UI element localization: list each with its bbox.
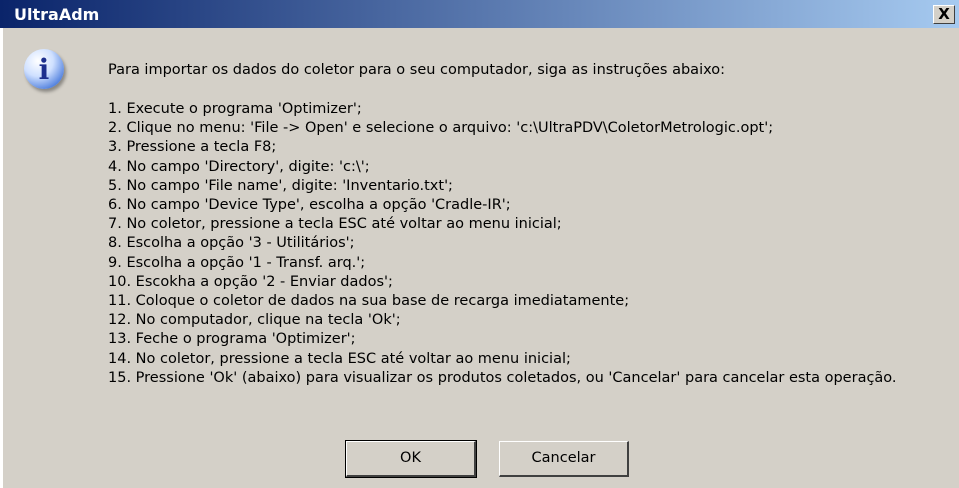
info-icon-glyph: i xyxy=(38,53,50,86)
instruction-step: 6. No campo 'Device Type', escolha a opç… xyxy=(108,197,511,214)
info-icon: i xyxy=(24,49,64,89)
instruction-step: 3. Pressione a tecla F8; xyxy=(108,139,277,156)
instruction-step: 10. Escokha a opção '2 - Enviar dados'; xyxy=(108,273,393,290)
window-title: UltraAdm xyxy=(14,5,100,24)
window-left-border xyxy=(0,28,3,488)
close-button[interactable]: X xyxy=(933,5,955,24)
instruction-step: 12. No computador, clique na tecla 'Ok'; xyxy=(108,312,401,329)
ok-button[interactable]: OK xyxy=(345,440,477,478)
message-dialog: UltraAdm X i Para importar os dados do c… xyxy=(0,0,959,488)
instruction-list: 1. Execute o programa 'Optimizer'; 2. Cl… xyxy=(108,100,897,388)
instruction-step: 14. No coletor, pressione a tecla ESC at… xyxy=(108,350,571,367)
instruction-step: 8. Escolha a opção '3 - Utilitários'; xyxy=(108,235,355,252)
instruction-step: 7. No coletor, pressione a tecla ESC até… xyxy=(108,216,562,233)
instruction-step: 9. Escolha a opção '1 - Transf. arq.'; xyxy=(108,254,366,271)
instruction-step: 11. Coloque o coletor de dados na sua ba… xyxy=(108,293,630,310)
instruction-step: 15. Pressione 'Ok' (abaixo) para visuali… xyxy=(108,369,897,386)
instruction-step: 13. Feche o programa 'Optimizer'; xyxy=(108,331,356,348)
cancel-button[interactable]: Cancelar xyxy=(499,441,629,477)
intro-text: Para importar os dados do coletor para o… xyxy=(108,62,725,78)
instruction-step: 2. Clique no menu: 'File -> Open' e sele… xyxy=(108,120,774,137)
title-bar[interactable]: UltraAdm X xyxy=(0,0,959,28)
instruction-step: 1. Execute o programa 'Optimizer'; xyxy=(108,101,362,117)
instruction-step: 5. No campo 'File name', digite: 'Invent… xyxy=(108,177,453,194)
instruction-step: 4. No campo 'Directory', digite: 'c:\'; xyxy=(108,158,370,175)
